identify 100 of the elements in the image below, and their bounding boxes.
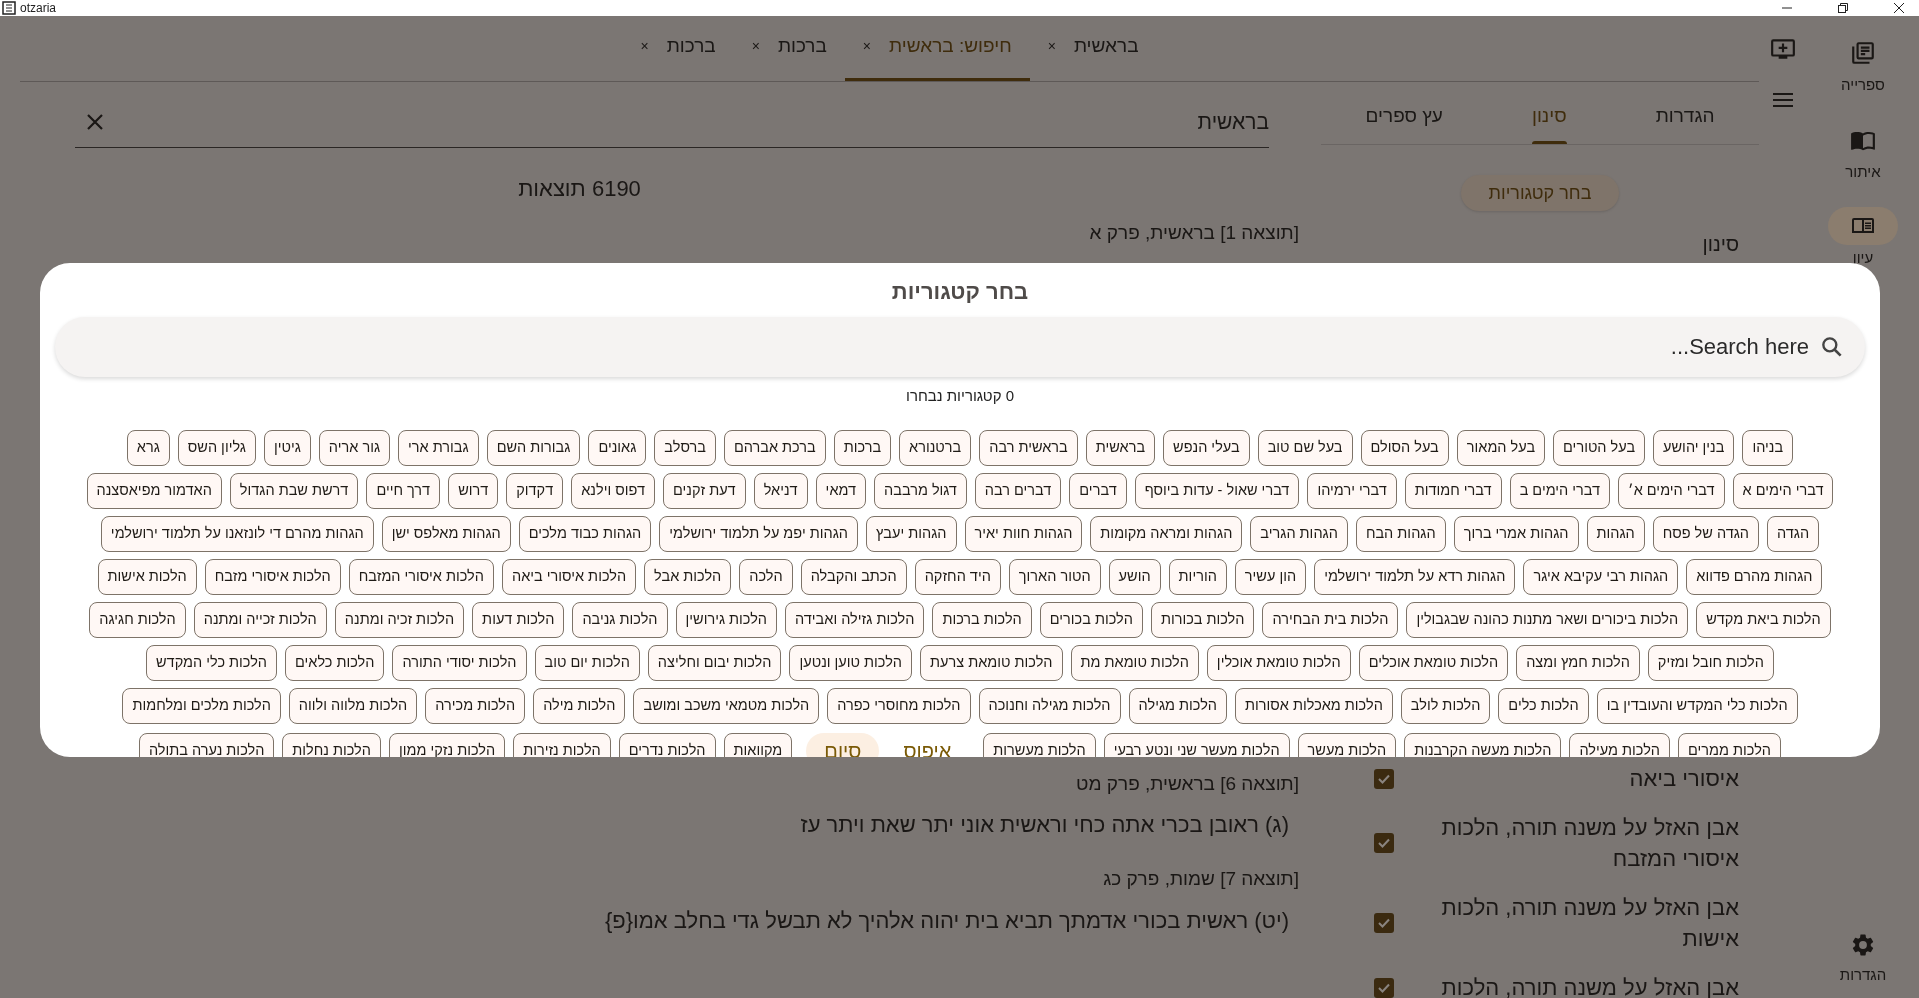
category-chip[interactable]: הלכות בכורות <box>1150 601 1255 638</box>
category-chip[interactable]: הגהות כבוד מלכים <box>518 515 652 552</box>
category-chip[interactable]: הלכות בית הבחירה <box>1262 601 1399 638</box>
category-chip[interactable]: הגהות אמרי ברוך <box>1453 515 1579 552</box>
category-chip[interactable]: ברסלב <box>654 429 716 466</box>
tab[interactable]: חיפוש: בראשית × <box>844 15 1030 81</box>
category-chip[interactable]: גרא <box>126 429 170 466</box>
tab[interactable]: עץ ספרים <box>1365 82 1443 144</box>
menu-icon[interactable] <box>1772 92 1794 108</box>
category-chip[interactable]: בעלי הנפש <box>1163 429 1250 466</box>
category-chip[interactable]: הגהות יפמ על תלמוד ירושלמי <box>659 515 858 552</box>
category-chip[interactable]: גבורות השם <box>486 429 581 466</box>
dialog-button[interactable]: איפוס <box>885 732 970 757</box>
category-chip[interactable]: ברכות <box>833 429 892 466</box>
category-chip[interactable]: הלכות מטמאי משכב ומושב <box>633 687 820 724</box>
category-chip[interactable]: הלכות ממרים <box>1678 732 1782 757</box>
category-chip[interactable]: דברי חמודות <box>1404 472 1502 509</box>
category-chip[interactable]: בנין יהושע <box>1653 429 1735 466</box>
tab[interactable]: הגדרות <box>1655 82 1715 144</box>
category-chip[interactable]: דרוש <box>448 472 499 509</box>
category-chip[interactable]: מקוואות <box>723 732 793 757</box>
category-chip[interactable]: דגול מרבבה <box>874 472 967 509</box>
category-chip[interactable]: הגהות הבח <box>1355 515 1446 552</box>
category-chip[interactable]: הלכות מגילה <box>1128 687 1227 724</box>
category-chip[interactable]: הלכות מילה <box>533 687 626 724</box>
category-chip[interactable]: הלכות טומאת אוכלים <box>1358 644 1509 681</box>
category-chip[interactable]: הגהות רדא על תלמוד ירושלמי <box>1314 558 1516 595</box>
category-chip[interactable]: בראשית רבה <box>979 429 1078 466</box>
category-chip[interactable]: הגדה של פסח <box>1652 515 1759 552</box>
search-field[interactable]: בראשית <box>1197 105 1269 138</box>
category-chip[interactable]: הלכות טומאת אוכלין <box>1206 644 1351 681</box>
category-chip[interactable]: גאונים <box>588 429 647 466</box>
category-chip[interactable]: הלכות מחוסרי כפרה <box>827 687 971 724</box>
category-chip[interactable]: הגהות <box>1586 515 1645 552</box>
checkbox[interactable] <box>1374 977 1394 998</box>
category-chip[interactable]: הלכות חגיגה <box>89 601 186 638</box>
category-chip[interactable]: הלכות גירושין <box>675 601 778 638</box>
close-icon[interactable] <box>1893 2 1905 14</box>
category-chip[interactable]: הלכות ברכות <box>932 601 1032 638</box>
dialog-button[interactable]: סיום <box>806 732 880 757</box>
category-chip[interactable]: האדמור מפיאסצנה <box>86 472 222 509</box>
category-chip[interactable]: הלכות אבל <box>644 558 732 595</box>
category-chip[interactable]: בניהו <box>1742 429 1794 466</box>
category-chip[interactable]: הטור הארוך <box>1008 558 1101 595</box>
category-chip[interactable]: בעל שם טוב <box>1257 429 1353 466</box>
category-chip[interactable]: דרך חיים <box>366 472 441 509</box>
result-title[interactable]: [תוצאה 1] בראשית, פרק א <box>1089 219 1299 248</box>
category-chip[interactable]: דעת זקנים <box>662 472 746 509</box>
category-chip[interactable]: הלכות לולב <box>1400 687 1491 724</box>
category-chip[interactable]: הלכות איסורי המזבח <box>348 558 494 595</box>
checkbox[interactable] <box>1374 913 1394 933</box>
tab[interactable]: ברכות × <box>622 15 734 81</box>
checkbox[interactable] <box>1374 768 1394 789</box>
category-chip[interactable]: הלכות כלאים <box>285 644 385 681</box>
category-chip[interactable]: גבורת ארי <box>398 429 479 466</box>
category-chip[interactable]: הלכות מעילה <box>1569 732 1671 757</box>
category-chip[interactable]: הגהות ומראה מקומות <box>1090 515 1243 552</box>
category-chip[interactable]: הכתב והקבלה <box>800 558 907 595</box>
category-chip[interactable]: הגהות יעבץ <box>866 515 957 552</box>
restore-icon[interactable] <box>1837 2 1849 14</box>
category-chip[interactable]: הלכות מלווה ולווה <box>288 687 418 724</box>
result-title[interactable]: [תוצאה 6] בראשית, פרק מט <box>1076 769 1299 798</box>
category-chip[interactable]: הלכות מעשרות <box>983 732 1096 757</box>
category-chip[interactable]: ברטנורא <box>899 429 972 466</box>
category-chip[interactable]: הלכות נזירות <box>513 732 611 757</box>
category-chip[interactable]: הלכות מלכים ומלחמות <box>122 687 281 724</box>
category-chip[interactable]: הלכות גניבה <box>572 601 668 638</box>
category-chip[interactable]: דברי ירמיהו <box>1307 472 1397 509</box>
category-chip[interactable]: הלכות טוען ונטען <box>789 644 913 681</box>
category-chip[interactable]: הגהות מאלפס ישן <box>381 515 511 552</box>
add-tab-icon[interactable] <box>1769 36 1797 62</box>
category-chip[interactable]: הגדה <box>1767 515 1820 552</box>
category-chip[interactable]: הוריות <box>1168 558 1227 595</box>
category-chip[interactable]: הלכות אישות <box>97 558 197 595</box>
tab-close-button[interactable]: × <box>1047 36 1056 57</box>
tab[interactable]: ברכות × <box>733 15 845 81</box>
category-chip[interactable]: דמאי <box>815 472 867 509</box>
category-chip[interactable]: הלכות יום טוב <box>534 644 640 681</box>
category-chip[interactable]: הלכות נערה בתולה <box>138 732 275 757</box>
category-chip[interactable]: גליון השס <box>177 429 256 466</box>
category-chip[interactable]: דברים רבה <box>974 472 1062 509</box>
category-chip[interactable]: דניאל <box>753 472 808 509</box>
category-chip[interactable]: הגהות מהרם פדווא <box>1686 558 1823 595</box>
search-field[interactable]: Search here... <box>55 317 1865 377</box>
category-chip[interactable]: הלכות יסודי התורה <box>392 644 527 681</box>
result-title[interactable]: [תוצאה 7] שמות, פרק כג <box>1103 865 1299 894</box>
category-chip[interactable]: הלכות דעות <box>472 601 565 638</box>
category-chip[interactable]: הלכות נחלות <box>282 732 381 757</box>
category-chip[interactable]: דברי הימים א׳ <box>1618 472 1725 509</box>
category-chip[interactable]: דפוס וילנא <box>571 472 655 509</box>
category-chip[interactable]: הלכות מעשר <box>1297 732 1397 757</box>
category-chip[interactable]: הגהות הגריב <box>1250 515 1348 552</box>
category-chip[interactable]: בעל הטורים <box>1553 429 1646 466</box>
tab[interactable]: בראשית × <box>1029 15 1157 81</box>
category-chip[interactable]: הושע <box>1108 558 1161 595</box>
category-chip[interactable]: הלכות כלי המקדש <box>146 644 277 681</box>
category-chip[interactable]: הגהות חוות יאיר <box>964 515 1083 552</box>
category-chip[interactable]: הלכות טומאת צרעת <box>920 644 1063 681</box>
category-chip[interactable]: דרשת שבת הגדול <box>229 472 359 509</box>
category-chip[interactable]: הגהות מהרם די לונזאנו על תלמוד ירושלמי <box>100 515 374 552</box>
